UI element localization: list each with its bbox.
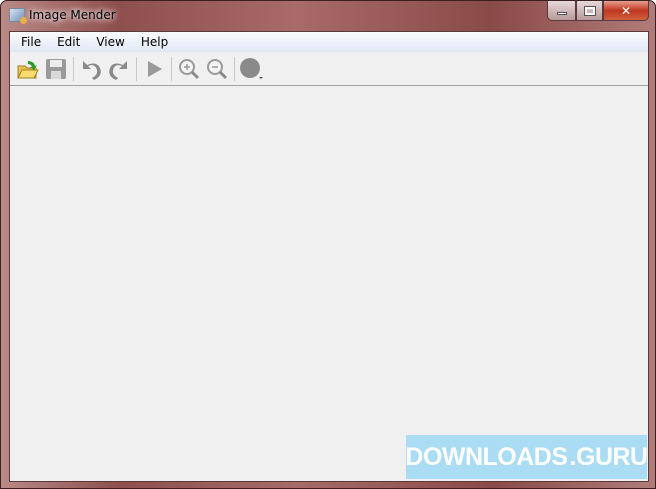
- window-title: Image Mender: [29, 8, 116, 22]
- minimize-button[interactable]: [547, 1, 576, 21]
- minimize-icon: [556, 12, 567, 15]
- toolbar: [10, 52, 648, 86]
- toolbar-separator: [171, 56, 172, 81]
- canvas-area[interactable]: [10, 86, 648, 481]
- save-button[interactable]: [42, 55, 70, 83]
- menu-view[interactable]: View: [88, 35, 132, 49]
- menu-help[interactable]: Help: [133, 35, 176, 49]
- zoom-out-button[interactable]: [203, 55, 231, 83]
- play-icon: [148, 60, 162, 77]
- maximize-button[interactable]: [576, 1, 603, 21]
- circle-brush-icon: [240, 57, 263, 79]
- open-button[interactable]: [14, 55, 42, 83]
- app-icon: [9, 8, 27, 24]
- run-button[interactable]: [140, 55, 168, 83]
- app-window: Image Mender ✕ File Edit View Help DOWNL…: [0, 0, 656, 489]
- menu-edit[interactable]: Edit: [49, 35, 88, 49]
- client-area: File Edit View Help: [9, 31, 649, 482]
- menu-file[interactable]: File: [13, 35, 49, 49]
- redo-button[interactable]: [105, 55, 133, 83]
- redo-icon: [109, 60, 127, 80]
- folder-open-icon: [17, 60, 39, 78]
- undo-button[interactable]: [77, 55, 105, 83]
- brush-button[interactable]: [238, 55, 266, 83]
- close-icon: ✕: [620, 3, 632, 18]
- toolbar-separator: [73, 56, 74, 81]
- menu-bar: File Edit View Help: [10, 32, 648, 52]
- zoom-in-button[interactable]: [175, 55, 203, 83]
- zoom-out-icon: [207, 58, 228, 79]
- undo-icon: [83, 60, 101, 80]
- toolbar-separator: [136, 56, 137, 81]
- watermark: DOWNLOADS .GURU: [405, 435, 648, 479]
- maximize-icon: [583, 5, 596, 16]
- toolbar-separator: [234, 56, 235, 81]
- floppy-disk-icon: [46, 58, 66, 79]
- close-button[interactable]: ✕: [603, 1, 649, 21]
- zoom-in-icon: [179, 58, 200, 79]
